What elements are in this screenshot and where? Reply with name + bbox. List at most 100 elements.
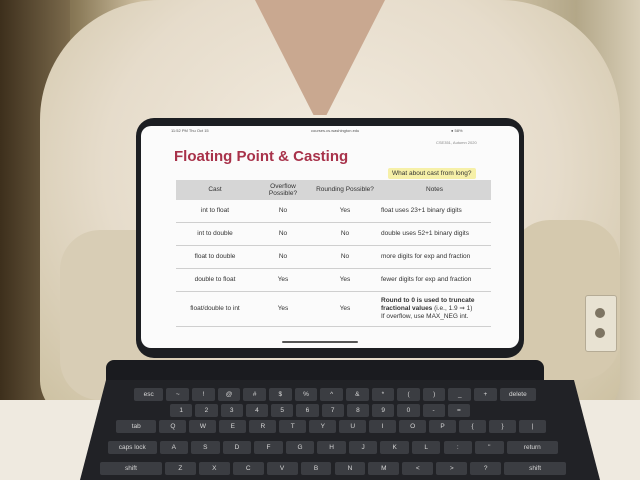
key-9[interactable]: 9 (372, 404, 395, 417)
key-8[interactable]: 8 (346, 404, 369, 417)
key--[interactable]: = (447, 404, 470, 417)
key-s[interactable]: S (191, 441, 220, 454)
cell-cast: int to float (176, 200, 254, 223)
key-4[interactable]: 4 (245, 404, 268, 417)
key-delete[interactable]: delete (499, 388, 536, 401)
key-1[interactable]: 1 (170, 404, 193, 417)
cell-overflow: Yes (254, 291, 312, 327)
key-shift[interactable]: shift (504, 462, 566, 475)
key-t[interactable]: T (279, 420, 307, 433)
cell-notes: float uses 23+1 binary digits (378, 200, 491, 223)
key-k[interactable]: K (380, 441, 409, 454)
key--[interactable]: & (345, 388, 369, 401)
key--[interactable]: @ (217, 388, 241, 401)
key-x[interactable]: X (198, 462, 230, 475)
key-5[interactable]: 5 (271, 404, 294, 417)
key--[interactable]: ) (422, 388, 446, 401)
key-h[interactable]: H (317, 441, 346, 454)
key--[interactable]: : (443, 441, 473, 454)
key--[interactable]: # (243, 388, 266, 401)
key-tab[interactable]: tab (116, 420, 157, 433)
key-d[interactable]: D (222, 441, 252, 454)
key--[interactable]: { (459, 420, 487, 433)
cell-overflow: No (254, 200, 312, 223)
key--[interactable]: ~ (166, 388, 190, 401)
key-j[interactable]: J (348, 441, 378, 454)
cell-overflow: Yes (254, 268, 312, 292)
key--[interactable]: * (371, 388, 395, 401)
table-row: float to double No No more digits for ex… (176, 245, 491, 269)
cell-cast: float to double (176, 245, 254, 269)
key-u[interactable]: U (339, 420, 367, 433)
key-c[interactable]: C (232, 462, 264, 475)
key--[interactable]: % (294, 388, 318, 401)
key--[interactable]: $ (269, 388, 292, 401)
key--[interactable]: - (422, 404, 445, 417)
header-overflow: Overflow Possible? (254, 180, 312, 200)
key-i[interactable]: I (369, 420, 397, 433)
key-w[interactable]: W (189, 420, 217, 433)
key-f[interactable]: F (254, 441, 283, 454)
key--[interactable]: ^ (320, 388, 343, 401)
key--[interactable]: ! (192, 388, 215, 401)
key-3[interactable]: 3 (220, 404, 243, 417)
key-6[interactable]: 6 (296, 404, 319, 417)
key-0[interactable]: 0 (397, 404, 420, 417)
key-o[interactable]: O (399, 420, 427, 433)
key-r[interactable]: R (249, 420, 277, 433)
key-l[interactable]: L (411, 441, 441, 454)
table-row: int to float No Yes float uses 23+1 bina… (176, 200, 491, 223)
key-7[interactable]: 7 (321, 404, 344, 417)
key-z[interactable]: Z (164, 462, 196, 475)
cell-rounding: Yes (312, 268, 378, 292)
key-n[interactable]: N (334, 462, 366, 475)
home-indicator (282, 341, 358, 343)
header-notes: Notes (378, 180, 491, 200)
key-return[interactable]: return (506, 441, 558, 454)
key-e[interactable]: E (219, 420, 247, 433)
slide-title: Floating Point & Casting (174, 148, 349, 165)
key-esc[interactable]: esc (134, 388, 164, 401)
cell-notes: double uses 52+1 binary digits (378, 222, 491, 246)
key--[interactable]: ? (470, 462, 502, 475)
key-a[interactable]: A (159, 441, 189, 454)
notes-example: (i.e., 1.9 ⇒ 1) (434, 305, 473, 313)
header-cast: Cast (176, 180, 254, 200)
address-bar[interactable]: courses.cs.washington.edu (311, 128, 359, 133)
key-shift[interactable]: shift (100, 462, 162, 475)
key-b[interactable]: B (300, 462, 332, 475)
key--[interactable]: > (436, 462, 468, 475)
outlet-socket (595, 328, 605, 338)
cell-overflow: No (254, 222, 312, 246)
table-row: int to double No No double uses 52+1 bin… (176, 222, 491, 246)
notes-extra: If overflow, use MAX_NEG int. (381, 312, 469, 320)
cell-cast: float/double to int (176, 291, 254, 327)
cell-rounding: No (312, 245, 378, 269)
photo-scene: 11:52 PM Thu Oct 15 courses.cs.washingto… (0, 0, 640, 480)
cast-table: Cast Overflow Possible? Rounding Possibl… (176, 180, 491, 327)
key--[interactable]: _ (448, 388, 472, 401)
key-caps-lock[interactable]: caps lock (108, 441, 157, 454)
key--[interactable]: + (474, 388, 497, 401)
cell-notes: fewer digits for exp and fraction (378, 268, 491, 292)
table-row: float/double to int Yes Yes Round to 0 i… (176, 291, 491, 327)
key-g[interactable]: G (285, 441, 315, 454)
key-p[interactable]: P (429, 420, 457, 433)
table-row: double to float Yes Yes fewer digits for… (176, 268, 491, 292)
key-y[interactable]: Y (309, 420, 337, 433)
key-q[interactable]: Q (159, 420, 187, 433)
key-2[interactable]: 2 (195, 404, 218, 417)
wall-outlet (585, 295, 617, 352)
cell-rounding: Yes (312, 200, 378, 223)
key--[interactable]: | (519, 420, 546, 433)
battery-indicator: ● 58% (451, 128, 463, 133)
status-bar: 11:52 PM Thu Oct 15 courses.cs.washingto… (141, 126, 519, 135)
status-time: 11:52 PM Thu Oct 15 (171, 128, 209, 133)
key--[interactable]: ( (397, 388, 420, 401)
key--[interactable]: " (475, 441, 504, 454)
key-m[interactable]: M (368, 462, 400, 475)
cell-rounding: Yes (312, 291, 378, 327)
key-v[interactable]: V (266, 462, 298, 475)
key--[interactable]: < (402, 462, 434, 475)
key--[interactable]: } (489, 420, 517, 433)
